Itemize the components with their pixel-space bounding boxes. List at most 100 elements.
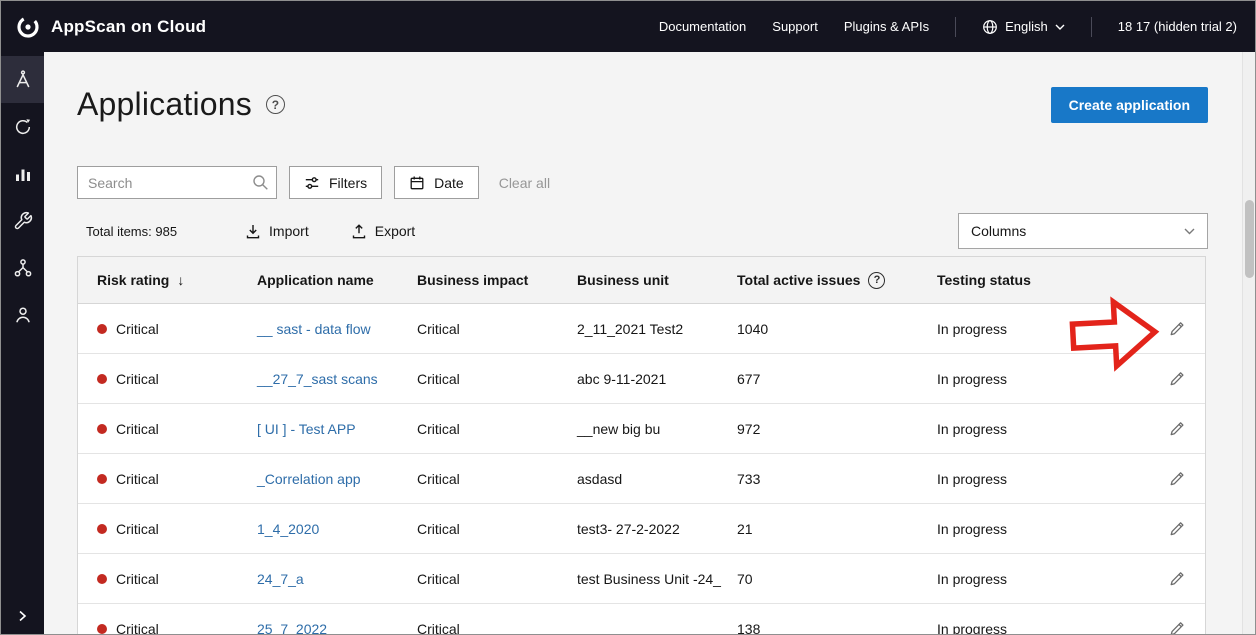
risk-rating-value: Critical	[116, 321, 159, 337]
risk-rating-cell: Critical	[78, 421, 238, 437]
critical-risk-dot	[97, 524, 107, 534]
risk-rating-value: Critical	[116, 421, 159, 437]
testing-status-cell: In progress	[918, 571, 1118, 587]
page-header: Applications ? Create application	[77, 86, 1203, 130]
business-impact-cell: Critical	[398, 371, 558, 387]
header-business-impact[interactable]: Business impact	[398, 272, 558, 288]
total-active-issues-cell: 972	[718, 421, 918, 437]
chevron-down-icon	[1055, 24, 1065, 30]
testing-status-cell: In progress	[918, 421, 1118, 437]
edit-pencil-icon[interactable]	[1168, 470, 1186, 488]
export-button[interactable]: Export	[351, 223, 415, 239]
import-button[interactable]: Import	[245, 223, 309, 239]
bar-chart-icon	[13, 164, 33, 184]
user-icon	[13, 305, 33, 325]
application-name-link[interactable]: __ sast - data flow	[238, 321, 398, 337]
critical-risk-dot	[97, 624, 107, 634]
critical-risk-dot	[97, 374, 107, 384]
main-content: Applications ? Create application Filter…	[44, 52, 1242, 634]
create-application-button[interactable]: Create application	[1051, 87, 1208, 123]
table-row[interactable]: Critical 24_7_a Critical test Business U…	[78, 554, 1205, 604]
clear-all-button[interactable]: Clear all	[499, 175, 550, 191]
header-risk-rating[interactable]: Risk rating ↓	[78, 272, 238, 288]
row-actions-cell	[1118, 520, 1205, 538]
scrollbar-thumb[interactable]	[1245, 200, 1254, 278]
columns-dropdown[interactable]: Columns	[958, 213, 1208, 249]
appscan-window: AppScan on Cloud Documentation Support P…	[0, 0, 1256, 635]
table-row[interactable]: Critical __ sast - data flow Critical 2_…	[78, 304, 1205, 354]
topbar: AppScan on Cloud Documentation Support P…	[1, 1, 1255, 52]
appscan-logo-icon	[15, 14, 41, 40]
page-title: Applications	[77, 86, 252, 123]
topbar-nav: Documentation Support Plugins & APIs Eng…	[659, 17, 1237, 37]
row-actions-cell	[1118, 320, 1205, 338]
edit-pencil-icon[interactable]	[1168, 320, 1186, 338]
application-name-link[interactable]: 24_7_a	[238, 571, 398, 587]
table-row[interactable]: Critical 1_4_2020 Critical test3- 27-2-2…	[78, 504, 1205, 554]
application-name-link[interactable]: __27_7_sast scans	[238, 371, 398, 387]
total-active-issues-cell: 733	[718, 471, 918, 487]
row-actions-cell	[1118, 470, 1205, 488]
business-impact-cell: Critical	[398, 321, 558, 337]
business-unit-cell: test3- 27-2-2022	[558, 521, 718, 537]
application-name-link[interactable]: 1_4_2020	[238, 521, 398, 537]
nav-plugins-apis[interactable]: Plugins & APIs	[844, 19, 929, 34]
filters-button[interactable]: Filters	[289, 166, 382, 199]
header-application-name[interactable]: Application name	[238, 272, 398, 288]
business-impact-cell: Critical	[398, 621, 558, 635]
table-row[interactable]: Critical 25_7_2022 Critical 138 In progr…	[78, 604, 1205, 635]
sidebar-expand-chevron[interactable]	[1, 610, 44, 622]
sort-descending-icon[interactable]: ↓	[177, 272, 184, 288]
sidebar-item-users[interactable]	[1, 291, 44, 338]
risk-rating-cell: Critical	[78, 571, 238, 587]
wrench-icon	[13, 211, 33, 231]
header-testing-status[interactable]: Testing status	[918, 272, 1118, 288]
export-label: Export	[375, 223, 415, 239]
nav-documentation[interactable]: Documentation	[659, 19, 746, 34]
search-input[interactable]	[77, 166, 277, 199]
testing-status-cell: In progress	[918, 321, 1118, 337]
risk-rating-value: Critical	[116, 371, 159, 387]
chevron-down-icon	[1184, 228, 1195, 235]
edit-pencil-icon[interactable]	[1168, 520, 1186, 538]
nav-support[interactable]: Support	[772, 19, 818, 34]
issues-help-icon[interactable]: ?	[868, 272, 885, 289]
import-icon	[245, 223, 261, 239]
applications-table: Risk rating ↓ Application name Business …	[77, 256, 1206, 635]
sidebar-item-dashboards[interactable]	[1, 150, 44, 197]
sidebar-item-applications[interactable]	[1, 56, 44, 103]
search-icon	[252, 174, 269, 191]
row-actions-cell	[1118, 570, 1205, 588]
application-name-link[interactable]: [ UI ] - Test APP	[238, 421, 398, 437]
edit-pencil-icon[interactable]	[1168, 370, 1186, 388]
sidebar-item-scans[interactable]	[1, 103, 44, 150]
edit-pencil-icon[interactable]	[1168, 420, 1186, 438]
edit-pencil-icon[interactable]	[1168, 620, 1186, 635]
testing-status-cell: In progress	[918, 621, 1118, 635]
table-row[interactable]: Critical __27_7_sast scans Critical abc …	[78, 354, 1205, 404]
table-row[interactable]: Critical [ UI ] - Test APP Critical __ne…	[78, 404, 1205, 454]
risk-rating-cell: Critical	[78, 371, 238, 387]
table-body: Critical __ sast - data flow Critical 2_…	[78, 304, 1205, 635]
sidebar-item-organization[interactable]	[1, 244, 44, 291]
risk-rating-value: Critical	[116, 521, 159, 537]
page-help-icon[interactable]: ?	[266, 95, 285, 114]
critical-risk-dot	[97, 424, 107, 434]
application-name-link[interactable]: 25_7_2022	[238, 621, 398, 635]
language-selector[interactable]: English	[982, 19, 1065, 35]
table-row[interactable]: Critical _Correlation app Critical asdas…	[78, 454, 1205, 504]
application-name-link[interactable]: _Correlation app	[238, 471, 398, 487]
header-business-unit[interactable]: Business unit	[558, 272, 718, 288]
header-total-active-issues[interactable]: Total active issues ?	[718, 272, 918, 289]
total-items-label: Total items: 985	[86, 224, 177, 239]
applications-icon	[13, 70, 33, 90]
vertical-scrollbar[interactable]	[1242, 52, 1255, 634]
edit-pencil-icon[interactable]	[1168, 570, 1186, 588]
risk-rating-value: Critical	[116, 471, 159, 487]
date-button[interactable]: Date	[394, 166, 479, 199]
language-label: English	[1005, 19, 1048, 34]
row-actions-cell	[1118, 420, 1205, 438]
search-box	[77, 166, 277, 199]
account-name[interactable]: 18 17 (hidden trial 2)	[1118, 19, 1237, 34]
sidebar-item-tools[interactable]	[1, 197, 44, 244]
